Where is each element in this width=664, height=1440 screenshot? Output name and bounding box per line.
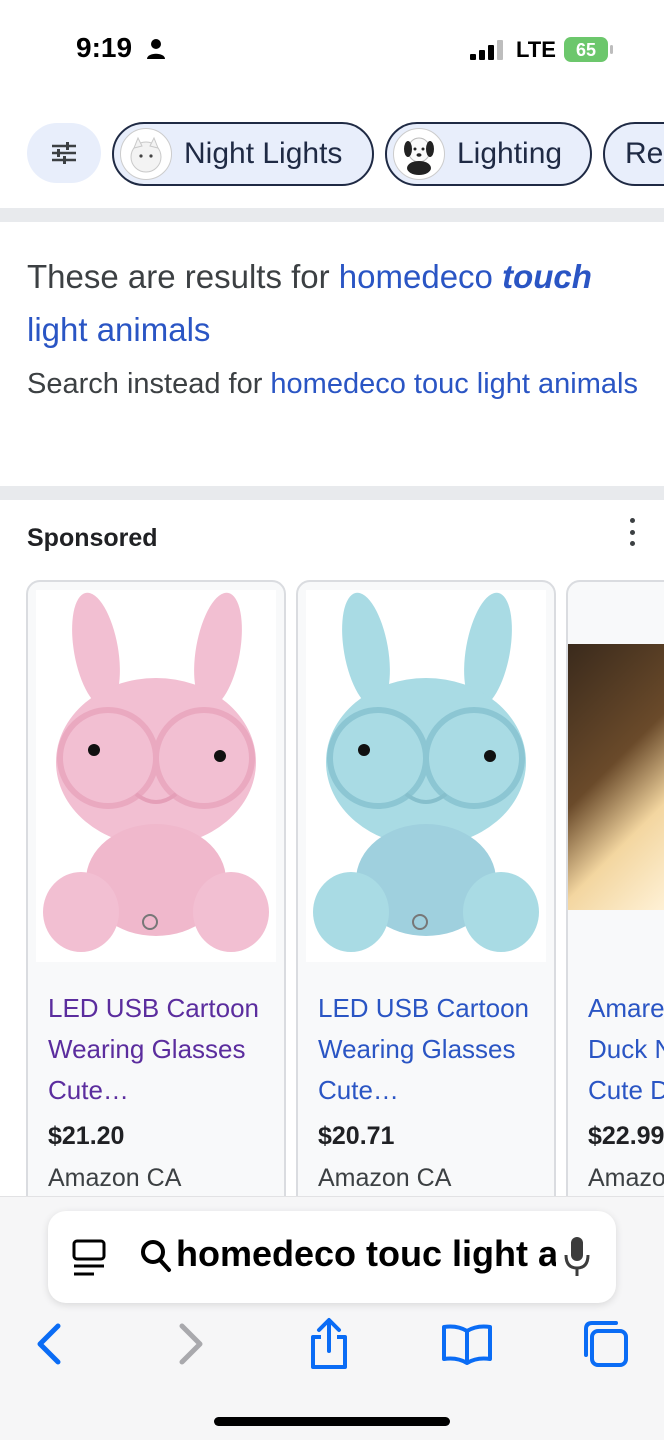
chip-label: Lighting xyxy=(457,137,563,170)
spelling-correction: These are results for homedeco touch lig… xyxy=(27,250,647,412)
chip-night-lights[interactable]: Night Lights xyxy=(112,122,374,186)
product-price: $21.20 xyxy=(48,1122,125,1150)
search-instead-prefix: Search instead for xyxy=(27,368,263,400)
bunny-lamp-pink-image xyxy=(43,592,269,952)
product-store: Amazon CA xyxy=(48,1164,182,1192)
dog-lamp-thumbnail-icon xyxy=(393,128,445,180)
product-price: $22.99 xyxy=(588,1122,664,1150)
bunny-lamp-blue-image xyxy=(313,592,539,952)
product-title[interactable]: LED USB Cartoon Wearing Glasses Cute… xyxy=(318,988,543,1111)
section-divider xyxy=(0,208,664,222)
product-title[interactable]: Amare Duck N Cute D xyxy=(588,988,664,1111)
chip-label: Night Lights xyxy=(184,137,343,170)
status-time: 9:19 xyxy=(76,32,133,63)
night-light-thumbnail-icon xyxy=(120,128,172,180)
product-store: Amazon CA xyxy=(318,1164,452,1192)
product-card[interactable]: LED USB Cartoon Wearing Glasses Cute… $2… xyxy=(296,580,556,1196)
reader-mode-icon[interactable] xyxy=(72,1239,106,1277)
product-card[interactable]: LED USB Cartoon Wearing Glasses Cute… $2… xyxy=(26,580,286,1196)
microphone-icon[interactable] xyxy=(564,1235,590,1279)
sponsored-label: Sponsored xyxy=(27,524,158,552)
product-image xyxy=(36,590,276,962)
chevron-left-icon xyxy=(37,1323,61,1365)
share-icon xyxy=(311,1318,347,1369)
forward-button[interactable] xyxy=(164,1317,218,1371)
sliders-icon xyxy=(52,142,76,164)
home-indicator xyxy=(214,1417,450,1426)
battery-icon: 65 xyxy=(564,37,613,62)
product-title[interactable]: LED USB Cartoon Wearing Glasses Cute… xyxy=(48,988,273,1111)
signal-icon xyxy=(470,40,503,60)
tabs-button[interactable] xyxy=(578,1317,632,1371)
bookmarks-button[interactable] xyxy=(440,1317,494,1371)
product-price: $20.71 xyxy=(318,1122,395,1150)
search-icon xyxy=(141,1240,171,1272)
title-line: Duck N xyxy=(588,1034,664,1064)
battery-level: 65 xyxy=(576,40,596,60)
chip-label: Re xyxy=(625,137,664,170)
more-options-icon[interactable] xyxy=(622,518,642,546)
chip-lighting[interactable]: Lighting xyxy=(385,122,592,186)
back-button[interactable] xyxy=(22,1317,76,1371)
product-image xyxy=(568,644,664,910)
person-icon xyxy=(147,39,165,59)
query-part: homedeco xyxy=(338,258,493,295)
status-bar: 9:19 LTE 65 xyxy=(0,0,664,100)
product-card[interactable]: Amare Duck N Cute D $22.99 Amazo xyxy=(566,580,664,1196)
book-icon xyxy=(442,1324,492,1365)
title-line: Cute D xyxy=(588,1075,664,1105)
query-part: light animals xyxy=(27,311,211,348)
filter-button[interactable] xyxy=(27,123,101,183)
original-query-link[interactable]: homedeco touc light animals xyxy=(270,368,638,400)
section-divider xyxy=(0,486,664,500)
chip-reviews[interactable]: Re xyxy=(603,122,664,186)
address-bar[interactable]: homedeco touc light animals xyxy=(48,1211,616,1303)
url-text[interactable]: homedeco touc light animals xyxy=(176,1233,556,1275)
tabs-icon xyxy=(584,1321,628,1367)
share-button[interactable] xyxy=(302,1317,356,1371)
product-image xyxy=(306,590,546,962)
title-line: Amare xyxy=(588,993,664,1023)
correction-prefix: These are results for xyxy=(27,258,330,295)
product-carousel: LED USB Cartoon Wearing Glasses Cute… $2… xyxy=(0,580,664,1196)
browser-toolbar: homedeco touc light animals xyxy=(0,1196,664,1440)
query-corrected-word: touch xyxy=(502,258,592,295)
product-store: Amazo xyxy=(588,1164,664,1192)
chevron-right-icon xyxy=(179,1323,203,1365)
network-type: LTE xyxy=(516,37,556,62)
filter-chips-row: Night Lights Lighting Re xyxy=(0,120,664,188)
